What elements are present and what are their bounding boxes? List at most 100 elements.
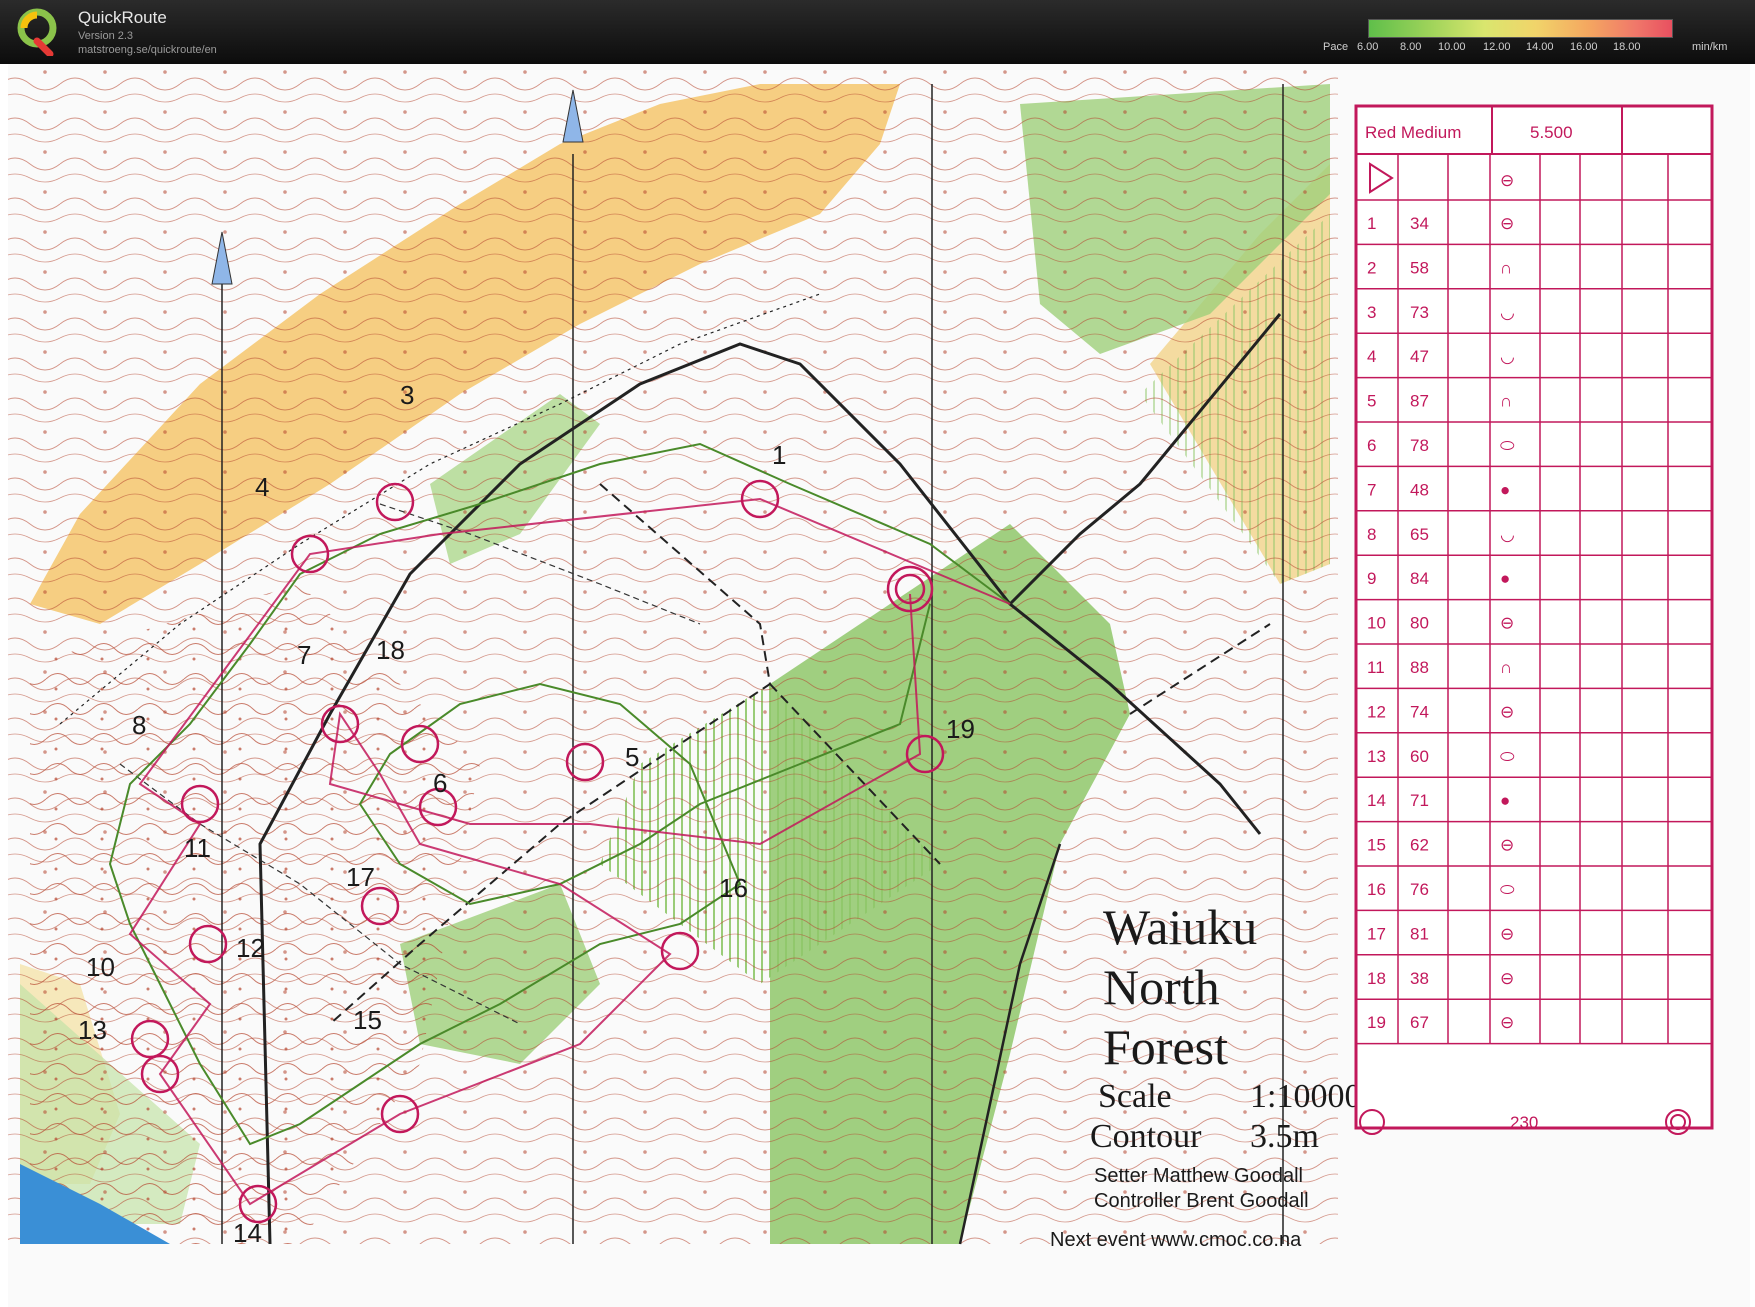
control-number-cell: 2 — [1367, 258, 1376, 277]
feature-symbol-icon: ⊖ — [1500, 702, 1514, 721]
control-code-cell: 62 — [1410, 836, 1429, 855]
control-code-cell: 58 — [1410, 258, 1429, 277]
map-title: Forest — [1103, 1019, 1228, 1075]
feature-symbol-icon: ◡ — [1500, 347, 1515, 366]
app-version: Version 2.3 — [78, 30, 134, 42]
pace-tick: 16.00 — [1570, 41, 1598, 53]
feature-symbol-icon: ⊖ — [1500, 1013, 1514, 1032]
control-number: 4 — [255, 472, 269, 502]
control-number-cell: 19 — [1367, 1013, 1386, 1032]
control-number-cell: 10 — [1367, 614, 1386, 633]
feature-symbol-icon: ⊖ — [1500, 614, 1514, 633]
control-description-sheet: Red Medium 5.500 ⊖ 1 34 ⊖2 58 ∩3 73 ◡4 47 ◡5 87 ∩6… — [1354, 104, 1714, 1135]
quickroute-logo — [17, 8, 57, 56]
control-code-cell: 67 — [1410, 1013, 1429, 1032]
feature-symbol-icon: ● — [1500, 569, 1510, 588]
control-code-cell: 74 — [1410, 702, 1429, 721]
pace-tick: 10.00 — [1438, 41, 1466, 53]
control-number: 17 — [346, 862, 375, 892]
control-number: 10 — [86, 952, 115, 982]
control-number: 6 — [433, 768, 447, 798]
control-number-cell: 11 — [1367, 658, 1385, 677]
control-number-cell: 12 — [1367, 702, 1386, 721]
feature-symbol-icon: ◡ — [1500, 303, 1515, 322]
app-url: matstroeng.se/quickroute/en — [78, 44, 217, 56]
pace-unit: min/km — [1692, 41, 1728, 53]
control-code-cell: 60 — [1410, 747, 1429, 766]
control-number-cell: 16 — [1367, 880, 1386, 899]
control-code-cell: 48 — [1410, 480, 1429, 499]
feature-symbol-icon: ● — [1500, 480, 1510, 499]
control-number-cell: 17 — [1367, 924, 1386, 943]
control-code-cell: 81 — [1410, 924, 1429, 943]
control-code-cell: 76 — [1410, 880, 1429, 899]
map-title: North — [1103, 959, 1220, 1015]
control-number-cell: 18 — [1367, 969, 1386, 988]
finish-distance: 230 — [1510, 1113, 1538, 1132]
control-number: 5 — [625, 742, 639, 772]
control-number: 16 — [719, 873, 748, 903]
pace-tick: 14.00 — [1526, 41, 1554, 53]
feature-symbol-icon: ⊖ — [1500, 924, 1514, 943]
contour-label: Contour — [1090, 1118, 1202, 1155]
control-code-cell: 73 — [1410, 303, 1429, 322]
pace-tick: 18.00 — [1613, 41, 1641, 53]
control-number: 15 — [353, 1005, 382, 1035]
control-code-cell: 87 — [1410, 392, 1429, 411]
control-number-cell: 9 — [1367, 569, 1376, 588]
orienteering-map[interactable]: 1 3 4 5 6 7 8 10 11 12 13 14 15 16 17 18… — [0, 64, 1755, 1307]
feature-symbol-icon: ⬭ — [1500, 747, 1515, 766]
control-code-cell: 71 — [1410, 791, 1429, 810]
control-number-cell: 6 — [1367, 436, 1376, 455]
control-number: 11 — [184, 833, 211, 863]
feature-symbol-icon: ⊖ — [1500, 969, 1514, 988]
control-number-cell: 13 — [1367, 747, 1386, 766]
title-bar: QuickRoute Version 2.3 matstroeng.se/qui… — [0, 0, 1755, 64]
app-name: QuickRoute — [78, 8, 167, 27]
pace-tick: 12.00 — [1483, 41, 1511, 53]
feature-symbol-icon: ● — [1500, 791, 1510, 810]
control-number: 3 — [400, 380, 414, 410]
feature-symbol-icon: ⊖ — [1500, 836, 1514, 855]
control-number: 1 — [772, 440, 786, 470]
control-number-cell: 8 — [1367, 525, 1376, 544]
control-code-cell: 78 — [1410, 436, 1429, 455]
control-number: 19 — [946, 714, 975, 744]
control-number-cell: 3 — [1367, 303, 1376, 322]
feature-symbol-icon: ⬭ — [1500, 436, 1515, 455]
control-number-cell: 14 — [1367, 791, 1386, 810]
control-number: 7 — [297, 640, 311, 670]
pace-tick: 8.00 — [1400, 41, 1422, 53]
feature-symbol-icon: ∩ — [1500, 658, 1512, 677]
control-number-cell: 15 — [1367, 836, 1386, 855]
control-number: 8 — [132, 710, 146, 740]
start-symbol: ⊖ — [1500, 171, 1514, 190]
control-number: 18 — [376, 635, 405, 665]
control-number-cell: 5 — [1367, 392, 1376, 411]
pace-color-scale — [1368, 19, 1673, 38]
next-event-note: Next event www.cmoc.co.na — [1050, 1229, 1302, 1251]
contour-value: 3.5m — [1250, 1118, 1319, 1155]
feature-symbol-icon: ◡ — [1500, 525, 1515, 544]
course-length: 5.500 — [1530, 123, 1573, 142]
control-code-cell: 38 — [1410, 969, 1429, 988]
control-code-cell: 80 — [1410, 614, 1429, 633]
control-code-cell: 34 — [1410, 214, 1429, 233]
control-code-cell: 47 — [1410, 347, 1429, 366]
setter-credit: Setter Matthew Goodall — [1094, 1165, 1303, 1187]
control-number-cell: 1 — [1367, 214, 1376, 233]
course-name: Red Medium — [1365, 123, 1461, 142]
scale-label: Scale — [1098, 1078, 1172, 1115]
feature-symbol-icon: ∩ — [1500, 392, 1512, 411]
map-title: Waiuku — [1103, 899, 1257, 955]
control-number-cell: 7 — [1367, 480, 1376, 499]
control-code-cell: 84 — [1410, 569, 1429, 588]
control-code-cell: 88 — [1410, 658, 1429, 677]
feature-symbol-icon: ⊖ — [1500, 214, 1514, 233]
pace-label: Pace — [1323, 41, 1349, 53]
control-number: 13 — [78, 1015, 107, 1045]
control-number-cell: 4 — [1367, 347, 1376, 366]
controller-credit: Controller Brent Goodall — [1094, 1190, 1309, 1212]
scale-value: 1:10000 — [1250, 1078, 1361, 1115]
control-number: 12 — [236, 933, 265, 963]
